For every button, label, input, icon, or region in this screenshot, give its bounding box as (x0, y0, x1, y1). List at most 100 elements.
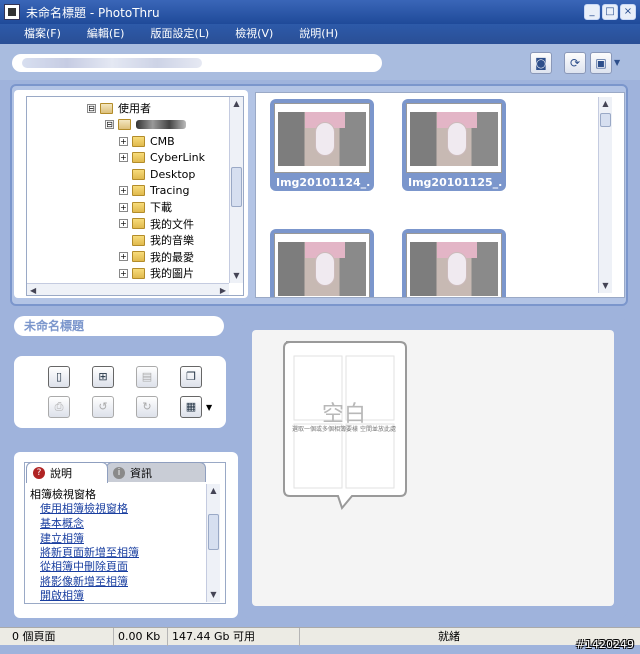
close-button[interactable]: × (620, 4, 636, 20)
scroll-down-icon[interactable]: ▼ (230, 269, 243, 283)
tree-expander-icon[interactable]: + (119, 136, 128, 146)
save-album-button[interactable]: ▤ (136, 366, 158, 388)
tab-info[interactable]: i 資訊 (106, 462, 206, 482)
tree-item[interactable]: Desktop (119, 166, 195, 182)
menu-file[interactable]: 檔案(F) (24, 24, 61, 44)
rotate-right-icon: ↻ (142, 400, 152, 413)
tree-item[interactable]: + CMB (119, 133, 175, 149)
tree-item[interactable]: + 我的圖片 (119, 265, 194, 281)
help-icon: ? (33, 467, 45, 479)
menu-help[interactable]: 說明(H) (299, 24, 338, 44)
scroll-up-icon[interactable]: ▲ (599, 97, 612, 111)
view-dropdown-icon[interactable]: ▼ (614, 58, 620, 67)
folder-icon (132, 152, 145, 163)
thumbnail-vertical-scrollbar[interactable]: ▲ ▼ (598, 97, 612, 293)
info-icon: i (113, 466, 125, 479)
rotate-right-button[interactable]: ↻ (136, 396, 158, 418)
copy-icon: ❐ (186, 370, 196, 383)
tree-item[interactable]: + 我的最愛 (119, 249, 194, 265)
folder-icon (132, 168, 145, 180)
help-link-open-album[interactable]: 開啟相簿 (40, 587, 84, 603)
scroll-up-icon[interactable]: ▲ (207, 484, 220, 498)
tree-item-label-blurred (136, 120, 186, 129)
scroll-left-icon[interactable]: ◀ (30, 286, 36, 295)
folder-icon (132, 135, 145, 147)
tree-expander-icon[interactable]: ⊟ (87, 103, 96, 113)
tree-expander-icon[interactable]: + (119, 219, 128, 228)
tree-item[interactable]: ⊟ (105, 117, 186, 133)
tree-item[interactable]: + 下載 (119, 199, 172, 215)
toolbar: ◙ ⟳ ▣ ▼ (0, 44, 640, 80)
tree-expander-icon[interactable]: + (119, 186, 128, 195)
layout-dropdown-icon[interactable]: ▼ (206, 403, 212, 412)
app-icon (4, 4, 20, 20)
scroll-down-icon[interactable]: ▼ (207, 588, 220, 602)
help-vertical-scrollbar[interactable]: ▲ ▼ (206, 484, 220, 602)
menu-edit[interactable]: 編輯(E) (87, 24, 125, 44)
tree-item[interactable]: 我的音樂 (119, 232, 194, 248)
tree-item[interactable]: + 我的文件 (119, 216, 194, 232)
scroll-down-icon[interactable]: ▼ (599, 279, 612, 293)
tree-expander-icon[interactable]: + (119, 252, 128, 261)
tree-scroll-thumb[interactable] (231, 167, 242, 207)
status-free-space: 147.44 Gb 可用 (168, 628, 300, 646)
print-button[interactable]: ⎙ (48, 396, 70, 418)
help-link-use-album-pane[interactable]: 使用相簿檢視窗格 (40, 500, 128, 516)
tree-item-label: 我的音樂 (150, 234, 194, 247)
help-scroll-thumb[interactable] (208, 514, 219, 550)
menu-layout[interactable]: 版面設定(L) (150, 24, 209, 44)
view-button[interactable]: ▣ (590, 52, 612, 74)
maximize-button[interactable]: □ (602, 4, 618, 20)
tree-expander-icon[interactable]: + (119, 153, 128, 162)
tree-item-label: Desktop (150, 167, 196, 181)
thumbnail-card[interactable] (270, 229, 374, 297)
refresh-button[interactable]: ⟳ (564, 52, 586, 74)
rotate-left-button[interactable]: ↺ (92, 396, 114, 418)
folder-tree: ⊟ 使用者 ⊟ + CMB + CyberLink Desktop + Tracing + 下載 + 我的… (26, 96, 244, 296)
tree-expander-icon[interactable]: ⊟ (105, 120, 114, 129)
tree-item-label: 我的文件 (150, 217, 194, 231)
grid-layout-icon: ▦ (185, 400, 197, 413)
help-link-delete-page[interactable]: 從相簿中刪除頁面 (40, 558, 128, 574)
scroll-up-icon[interactable]: ▲ (230, 97, 243, 111)
tree-expander-icon[interactable]: + (119, 268, 128, 278)
scan-icon: ◙ (535, 56, 547, 70)
tree-item[interactable]: ⊟ 使用者 (87, 100, 151, 116)
tree-item-label: CyberLink (150, 151, 205, 164)
menu-view[interactable]: 檢視(V) (235, 24, 273, 44)
folder-icon (132, 234, 145, 246)
print-icon: ⎙ (54, 400, 64, 413)
open-folder-icon: ⊞ (98, 370, 108, 383)
tree-vertical-scrollbar[interactable]: ▲ ▼ (229, 97, 243, 283)
folder-icon (132, 185, 145, 196)
minimize-button[interactable]: _ (584, 4, 600, 20)
tab-help[interactable]: ? 說明 (26, 462, 108, 483)
scroll-right-icon[interactable]: ▶ (220, 286, 226, 295)
thumbnail-label: Img20101124_... (276, 176, 370, 189)
tree-expander-icon[interactable]: + (119, 202, 128, 212)
tree-horizontal-scrollbar[interactable]: ◀ ▶ (27, 283, 229, 295)
help-link-basics[interactable]: 基本概念 (40, 515, 84, 531)
folder-icon (132, 251, 145, 262)
folder-icon (118, 119, 131, 130)
thumbnail-scroll-thumb[interactable] (600, 113, 611, 127)
open-album-button[interactable]: ⊞ (92, 366, 114, 388)
thumbnail-card[interactable]: Img20101124_... (270, 99, 374, 191)
scan-button[interactable]: ◙ (530, 52, 552, 74)
tree-item[interactable]: + Tracing (119, 183, 189, 199)
menu-bar: 檔案(F) 編輯(E) 版面設定(L) 檢視(V) 說明(H) (0, 24, 640, 44)
thumbnail-label: Img20101125_... (408, 176, 502, 189)
new-album-button[interactable]: ▯ (48, 366, 70, 388)
path-bar[interactable] (12, 54, 382, 72)
thumbnail-card[interactable]: Img20101125_... (402, 99, 506, 191)
tree-item[interactable]: + CyberLink (119, 150, 205, 166)
tree-item-label: 使用者 (118, 102, 151, 115)
folder-icon (132, 201, 145, 213)
thumbnail-card[interactable] (402, 229, 506, 297)
tree-item-label: 我的最愛 (150, 250, 194, 264)
copy-button[interactable]: ❐ (180, 366, 202, 388)
tab-help-label: 說明 (50, 467, 72, 480)
window-controls: _ □ × (584, 4, 636, 20)
tree-item-label: 下載 (150, 201, 172, 214)
page-layout-button[interactable]: ▦ (180, 396, 202, 418)
